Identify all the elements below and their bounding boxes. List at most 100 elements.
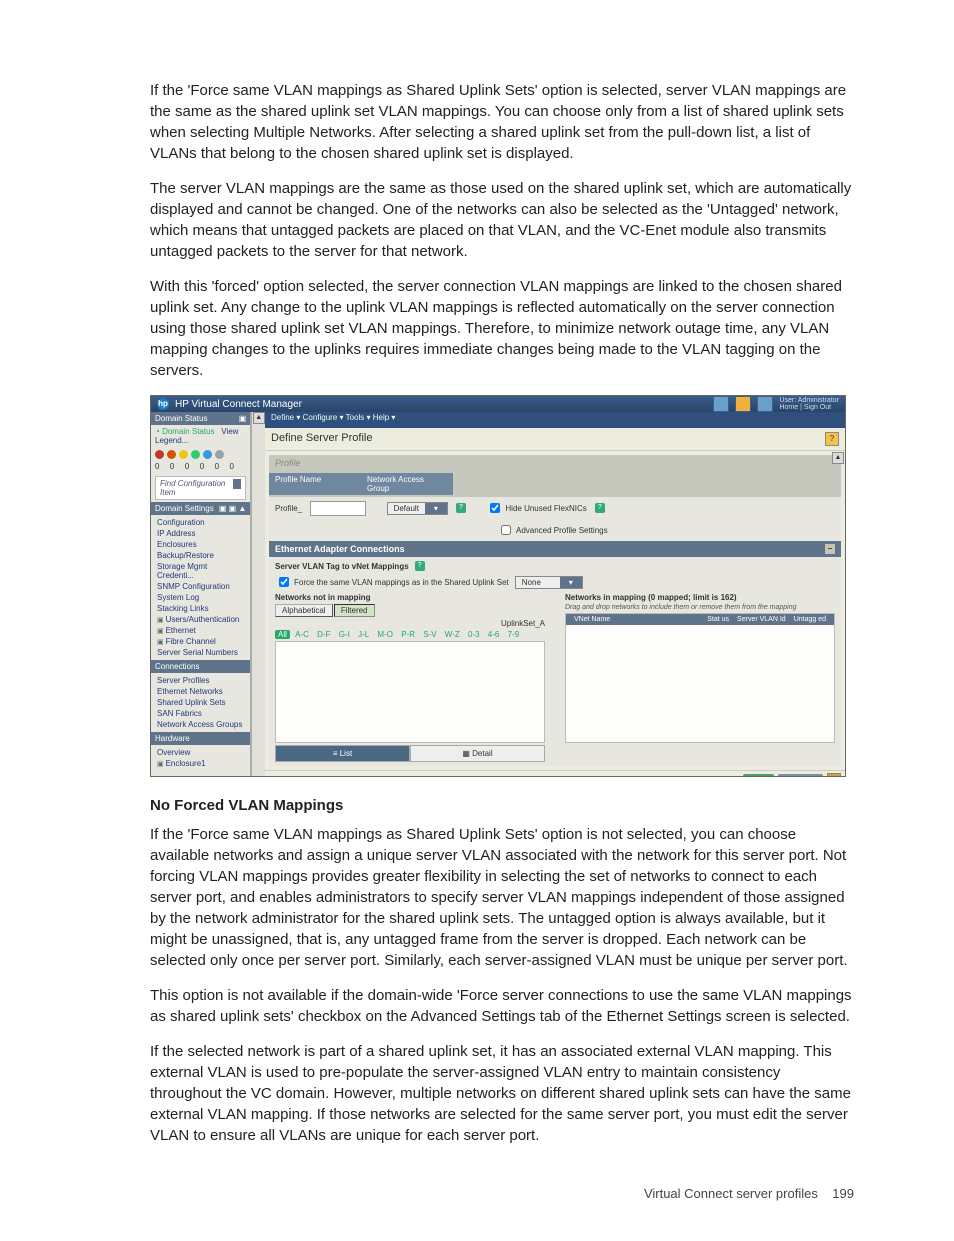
scroll-up-icon[interactable]: ▲ (832, 452, 844, 464)
status-dot-info-icon (203, 450, 212, 459)
nav-item[interactable]: Storage Mgmt Credenti... (151, 561, 250, 581)
nav-item[interactable]: Server Serial Numbers (151, 647, 250, 658)
nav-item[interactable]: SAN Fabrics (151, 708, 250, 719)
grid-col: VNet Name (570, 616, 703, 623)
help-icon[interactable]: ? (825, 432, 839, 446)
detail-view-button[interactable]: ▦ Detail (410, 745, 545, 762)
hp-logo-icon: hp (157, 398, 169, 410)
list-view-button[interactable]: ≡ List (275, 745, 410, 762)
menubar[interactable]: Define ▾ Configure ▾ Tools ▾ Help ▾ (265, 412, 845, 428)
status-dot-ok-icon (191, 450, 200, 459)
force-same-vlan-checkbox[interactable]: Force the same VLAN mappings as in the S… (275, 574, 509, 590)
nav-item[interactable]: Backup/Restore (151, 550, 250, 561)
nav-item[interactable]: System Log (151, 592, 250, 603)
networks-target-grid[interactable]: VNet Name Stat us Server VLAN Id Untagg … (565, 613, 835, 743)
nav-item[interactable]: Ethernet Networks (151, 686, 250, 697)
paragraph: This option is not available if the doma… (150, 985, 854, 1027)
window-titlebar: hp HP Virtual Connect Manager User: Admi… (151, 396, 845, 412)
advanced-profile-settings-checkbox[interactable]: Advanced Profile Settings (497, 522, 608, 538)
connections-header: Connections (155, 662, 199, 671)
paragraph: With this 'forced' option selected, the … (150, 276, 854, 381)
footer-page-number: 199 (832, 1186, 854, 1201)
network-access-group-select[interactable]: Default▾ (387, 502, 448, 515)
status-count: 0 (185, 462, 189, 471)
grid-col: Server VLAN Id (733, 616, 790, 623)
titlebar-icon[interactable] (757, 396, 773, 412)
status-dot-unknown-icon (215, 450, 224, 459)
status-count: 0 (170, 462, 174, 471)
help-icon[interactable]: ? (415, 561, 425, 571)
drag-drop-hint: Drag and drop networks to include them o… (565, 604, 835, 611)
heading-no-forced-vlan: No Forced VLAN Mappings (150, 797, 854, 814)
ethernet-adapter-header: Ethernet Adapter Connections (275, 544, 405, 554)
paragraph: The server VLAN mappings are the same as… (150, 178, 854, 262)
domain-settings-header: Domain Settings (155, 504, 214, 513)
profile-name-input[interactable] (310, 501, 366, 516)
paragraph: If the selected network is part of a sha… (150, 1041, 854, 1146)
alpha-filter[interactable]: All A-C D-F G-I J-L M-O P-R S-V W-Z 0- (275, 630, 545, 639)
grid-col: Stat us (703, 616, 733, 623)
profile-section-header: Profile (269, 455, 841, 471)
networks-in-mapping-label: Networks in mapping (0 mapped; limit is … (565, 593, 835, 602)
profile-name-label: Profile_ (275, 504, 302, 513)
domain-status-header: Domain Status (155, 414, 207, 423)
hide-unused-flexnics-checkbox[interactable]: Hide Unused FlexNICs (486, 500, 586, 516)
user-links[interactable]: Home | Sign Out (779, 404, 831, 411)
home-icon[interactable] (735, 396, 751, 412)
col-network-access-group: Network Access Group (361, 473, 453, 495)
expand-collapse-icon[interactable]: ▣ ▣ ▲ (219, 504, 246, 513)
nav-item-expandable[interactable]: Users/Authentication (151, 614, 250, 625)
shared-uplink-set-select[interactable]: None▾ (515, 576, 583, 589)
nav-item[interactable]: Enclosures (151, 539, 250, 550)
page-title: Define Server Profile (271, 432, 373, 446)
help-icon[interactable]: ? (456, 503, 466, 513)
status-dot-major-icon (167, 450, 176, 459)
hardware-header: Hardware (155, 734, 190, 743)
grid-col: Untagg ed (790, 616, 830, 623)
nav-item[interactable]: Server Profiles (151, 675, 250, 686)
nav-item[interactable]: SNMP Configuration (151, 581, 250, 592)
footer-section: Virtual Connect server profiles (644, 1186, 818, 1201)
networks-not-in-mapping-label: Networks not in mapping (275, 593, 545, 602)
collapse-icon[interactable]: ▣ (239, 414, 247, 423)
nav-item[interactable]: IP Address (151, 528, 250, 539)
status-count: 0 (200, 462, 204, 471)
titlebar-icon[interactable] (713, 396, 729, 412)
nav-item[interactable]: Stacking Links (151, 603, 250, 614)
status-icon-row (151, 447, 250, 462)
status-count: 0 (155, 462, 159, 471)
collapse-icon[interactable]: – (825, 544, 835, 554)
paragraph: If the 'Force same VLAN mappings as Shar… (150, 80, 854, 164)
find-input[interactable]: Find Configuration Item (160, 479, 233, 497)
cancel-button[interactable]: Cancel (778, 774, 823, 778)
user-role: User: Administrator (779, 397, 839, 404)
nav-item[interactable]: Shared Uplink Sets (151, 697, 250, 708)
status-dot-minor-icon (179, 450, 188, 459)
vlan-mapping-label: Server VLAN Tag to vNet Mappings (275, 562, 409, 571)
status-count: 0 (215, 462, 219, 471)
help-icon[interactable]: ? (595, 503, 605, 513)
filtered-button[interactable]: Filtered (334, 604, 375, 617)
sidebar: Domain Status ▣ ◔ Domain Status View Leg… (151, 412, 251, 777)
nav-item-expandable[interactable]: Enclosure1 (151, 758, 250, 769)
app-screenshot: hp HP Virtual Connect Manager User: Admi… (150, 395, 846, 777)
networks-source-list[interactable] (275, 641, 545, 743)
nav-item-expandable[interactable]: Ethernet (151, 625, 250, 636)
find-go-button[interactable] (233, 479, 242, 489)
alphabetical-button[interactable]: Alphabetical (275, 604, 333, 617)
sidebar-scrollbar[interactable]: ▲ ▼ (251, 412, 265, 777)
nav-item[interactable]: Overview (151, 747, 250, 758)
nav-item[interactable]: Network Access Groups (151, 719, 250, 730)
ok-button[interactable]: OK (743, 774, 775, 778)
scroll-up-icon[interactable]: ▲ (253, 412, 265, 424)
status-dot-critical-icon (155, 450, 164, 459)
lock-icon (827, 773, 841, 777)
nav-item[interactable]: Configuration (151, 517, 250, 528)
paragraph: If the 'Force same VLAN mappings as Shar… (150, 824, 854, 971)
uplinkset-value: UplinkSet_A (501, 619, 545, 628)
status-count: 0 (230, 462, 234, 471)
col-profile-name: Profile Name (269, 473, 361, 495)
domain-status-link[interactable]: Domain Status (162, 427, 214, 436)
window-title: HP Virtual Connect Manager (175, 399, 302, 410)
nav-item-expandable[interactable]: Fibre Channel (151, 636, 250, 647)
